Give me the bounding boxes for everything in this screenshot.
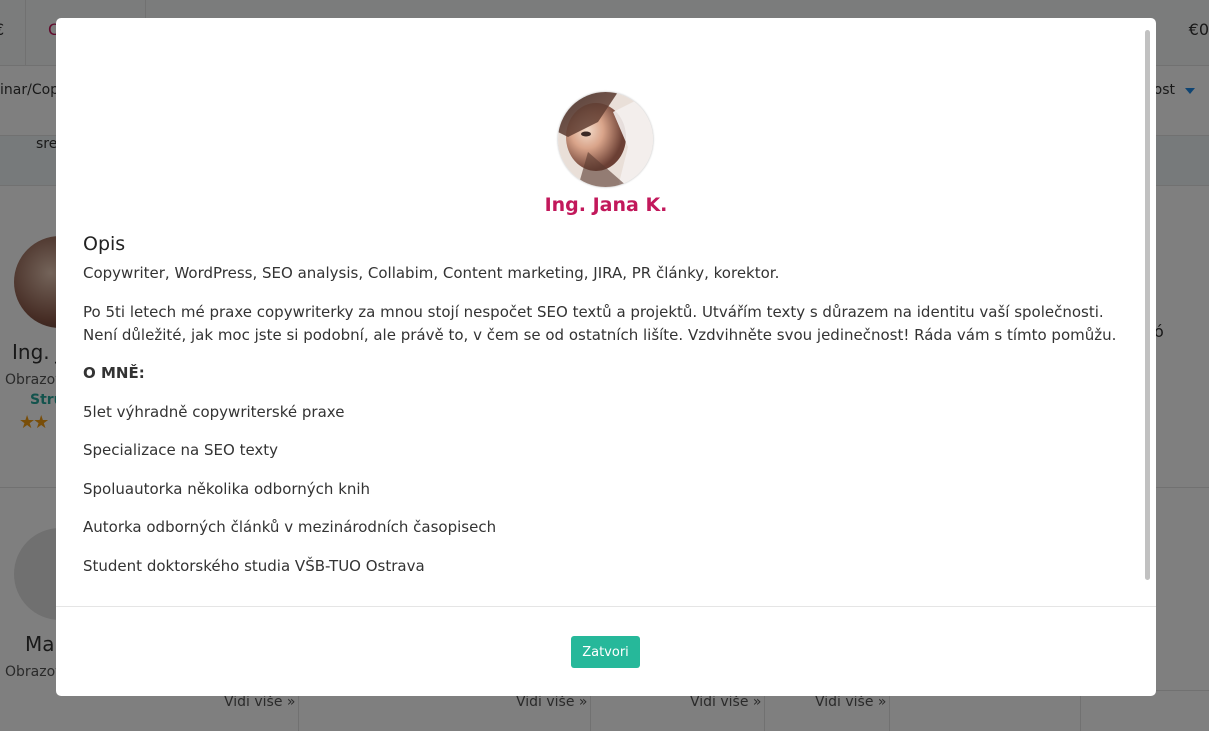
- scrollbar[interactable]: [1145, 30, 1150, 580]
- freelancer-name: Ing. Jana K.: [544, 194, 668, 216]
- skills-text: Copywriter, WordPress, SEO analysis, Col…: [83, 264, 780, 282]
- section-title: Opis: [83, 233, 126, 255]
- profile-description: Opis Copywriter, WordPress, SEO analysis…: [83, 231, 1133, 593]
- about-item: Spoluautorka několika odborných knih: [83, 479, 371, 498]
- about-item: 5let výhradně copywriterské praxe: [83, 402, 345, 421]
- modal-footer: Zatvori: [56, 606, 1156, 696]
- about-item: Autorka odborných článků v mezinárodních…: [83, 518, 497, 536]
- profile-modal: Ing. Jana K. Opis Copywriter, WordPress,…: [56, 18, 1156, 696]
- profile-photo: [558, 92, 653, 187]
- intro-text: Po 5ti letech mé praxe copywriterky za m…: [83, 302, 1117, 344]
- about-heading: O MNĚ:: [83, 364, 145, 382]
- close-button[interactable]: Zatvori: [571, 636, 640, 668]
- about-item: Specializace na SEO texty: [83, 441, 279, 459]
- modal-body: Ing. Jana K. Opis Copywriter, WordPress,…: [56, 18, 1156, 606]
- avatar: [558, 92, 653, 187]
- about-item: Student doktorského studia VŠB-TUO Ostra…: [83, 556, 425, 575]
